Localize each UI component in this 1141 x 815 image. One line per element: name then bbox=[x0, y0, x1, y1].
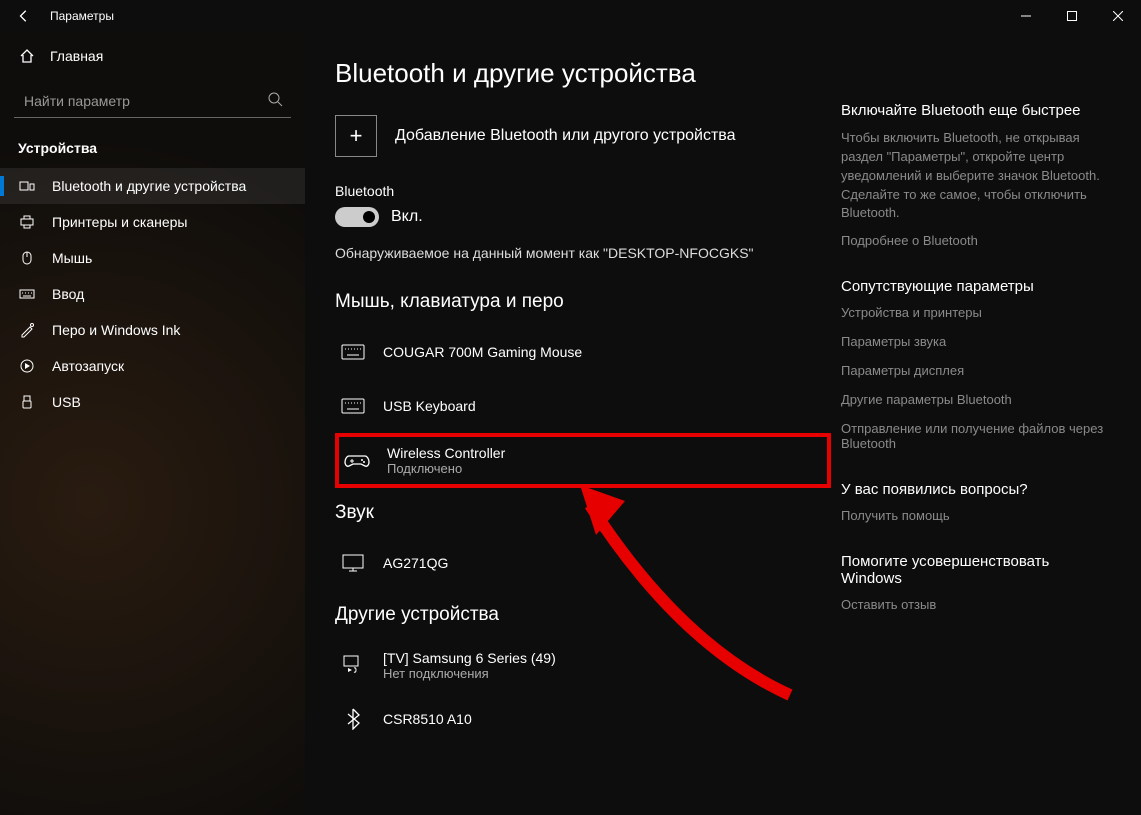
sidebar-item-autoplay[interactable]: Автозапуск bbox=[0, 348, 305, 384]
device-name: [TV] Samsung 6 Series (49) bbox=[383, 650, 556, 666]
side-panel: Включайте Bluetooth еще быстрее Чтобы вк… bbox=[831, 58, 1111, 815]
sidebar-item-bluetooth[interactable]: Bluetooth и другие устройства bbox=[0, 168, 305, 204]
device-item-highlighted[interactable]: Wireless Controller Подключено bbox=[335, 433, 831, 488]
device-name: COUGAR 700M Gaming Mouse bbox=[383, 344, 582, 360]
toggle-state-label: Вкл. bbox=[391, 208, 423, 226]
home-label: Главная bbox=[50, 48, 103, 64]
keyboard-icon bbox=[339, 344, 367, 360]
sidebar-item-label: Автозапуск bbox=[52, 358, 124, 374]
side-quick-title: Включайте Bluetooth еще быстрее bbox=[841, 102, 1111, 119]
search-icon bbox=[267, 91, 283, 107]
side-questions-title: У вас появились вопросы? bbox=[841, 481, 1111, 498]
device-item[interactable]: CSR8510 A10 bbox=[335, 692, 831, 746]
bluetooth-icon bbox=[339, 708, 367, 730]
usb-icon bbox=[18, 394, 36, 410]
side-related-title: Сопутствующие параметры bbox=[841, 278, 1111, 295]
printer-icon bbox=[18, 214, 36, 230]
maximize-button[interactable] bbox=[1049, 0, 1095, 32]
device-item[interactable]: COUGAR 700M Gaming Mouse bbox=[335, 325, 831, 379]
device-item[interactable]: USB Keyboard bbox=[335, 379, 831, 433]
device-name: AG271QG bbox=[383, 555, 448, 571]
mouse-icon bbox=[18, 250, 36, 266]
minimize-button[interactable] bbox=[1003, 0, 1049, 32]
side-link-feedback[interactable]: Оставить отзыв bbox=[841, 597, 1111, 612]
media-icon bbox=[339, 654, 367, 676]
sidebar-item-label: USB bbox=[52, 394, 81, 410]
sidebar-item-label: Принтеры и сканеры bbox=[52, 214, 187, 230]
search-input[interactable] bbox=[14, 84, 291, 118]
keyboard-icon bbox=[18, 286, 36, 302]
side-quick-text: Чтобы включить Bluetooth, не открывая ра… bbox=[841, 129, 1111, 223]
bluetooth-toggle[interactable]: Вкл. bbox=[335, 207, 831, 227]
side-link-devices-printers[interactable]: Устройства и принтеры bbox=[841, 305, 1111, 320]
sidebar-item-label: Мышь bbox=[52, 250, 92, 266]
side-improve-title: Помогите усовершенствовать Windows bbox=[841, 553, 1111, 587]
category-title: Устройства bbox=[0, 136, 305, 168]
side-link-more-bt[interactable]: Другие параметры Bluetooth bbox=[841, 392, 1111, 407]
add-device-row[interactable]: + Добавление Bluetooth или другого устро… bbox=[335, 115, 831, 157]
device-item[interactable]: AG271QG bbox=[335, 536, 831, 590]
autoplay-icon bbox=[18, 358, 36, 374]
device-name: USB Keyboard bbox=[383, 398, 476, 414]
add-device-label: Добавление Bluetooth или другого устройс… bbox=[395, 127, 736, 145]
device-name: CSR8510 A10 bbox=[383, 711, 472, 727]
main-content: Bluetooth и другие устройства + Добавлен… bbox=[335, 58, 831, 815]
add-device-button[interactable]: + bbox=[335, 115, 377, 157]
sidebar-item-pen[interactable]: Перо и Windows Ink bbox=[0, 312, 305, 348]
bluetooth-devices-icon bbox=[18, 178, 36, 194]
sidebar-item-printers[interactable]: Принтеры и сканеры bbox=[0, 204, 305, 240]
discoverable-text: Обнаруживаемое на данный момент как "DES… bbox=[335, 245, 831, 261]
sidebar-item-label: Перо и Windows Ink bbox=[52, 322, 180, 338]
side-quick-link[interactable]: Подробнее о Bluetooth bbox=[841, 233, 1111, 248]
side-link-help[interactable]: Получить помощь bbox=[841, 508, 1111, 523]
pen-icon bbox=[18, 322, 36, 338]
window-title: Параметры bbox=[50, 9, 114, 23]
keyboard-icon bbox=[339, 398, 367, 414]
section-audio-title: Звук bbox=[335, 502, 831, 524]
sidebar-item-mouse[interactable]: Мышь bbox=[0, 240, 305, 276]
monitor-icon bbox=[339, 553, 367, 573]
section-input-title: Мышь, клавиатура и перо bbox=[335, 291, 831, 313]
back-button[interactable] bbox=[12, 4, 36, 28]
sidebar-item-label: Bluetooth и другие устройства bbox=[52, 178, 246, 194]
home-icon bbox=[18, 48, 36, 64]
sidebar-item-label: Ввод bbox=[52, 286, 84, 302]
sidebar-item-usb[interactable]: USB bbox=[0, 384, 305, 420]
device-name: Wireless Controller bbox=[387, 445, 505, 461]
device-status: Подключено bbox=[387, 461, 505, 476]
side-link-send-receive[interactable]: Отправление или получение файлов через B… bbox=[841, 421, 1111, 451]
close-button[interactable] bbox=[1095, 0, 1141, 32]
section-other-title: Другие устройства bbox=[335, 604, 831, 626]
bluetooth-label: Bluetooth bbox=[335, 183, 831, 199]
device-item[interactable]: [TV] Samsung 6 Series (49) Нет подключен… bbox=[335, 638, 831, 692]
plus-icon: + bbox=[350, 123, 363, 149]
side-link-display[interactable]: Параметры дисплея bbox=[841, 363, 1111, 378]
sidebar-item-typing[interactable]: Ввод bbox=[0, 276, 305, 312]
sidebar: Главная Устройства Bluetooth и другие ус… bbox=[0, 32, 305, 815]
gamepad-icon bbox=[343, 452, 371, 470]
home-link[interactable]: Главная bbox=[0, 40, 305, 72]
side-link-sound[interactable]: Параметры звука bbox=[841, 334, 1111, 349]
device-status: Нет подключения bbox=[383, 666, 556, 681]
page-heading: Bluetooth и другие устройства bbox=[335, 58, 831, 89]
